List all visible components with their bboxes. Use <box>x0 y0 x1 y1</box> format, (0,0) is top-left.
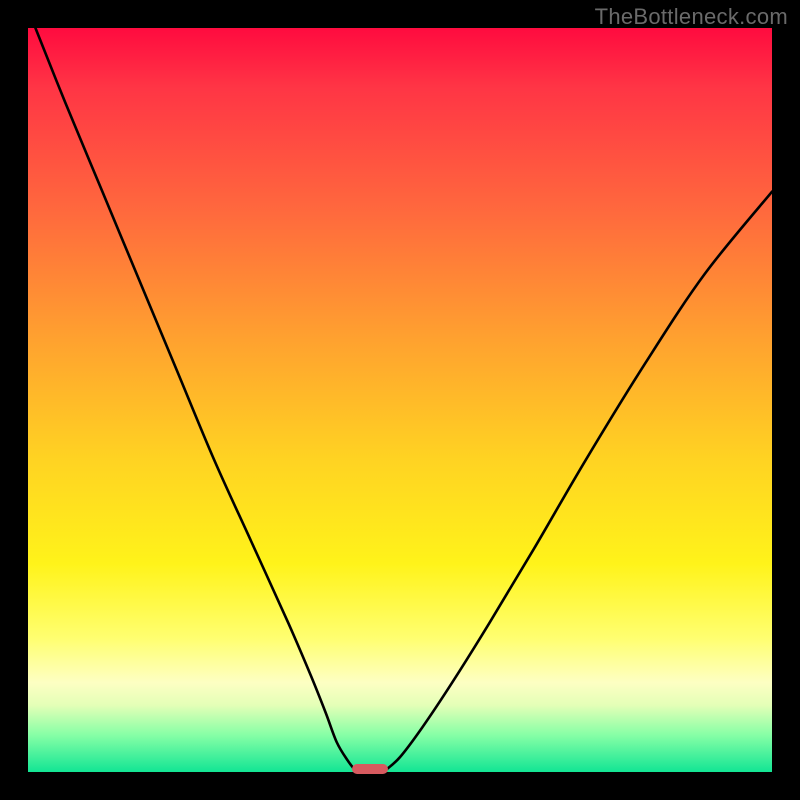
watermark-text: TheBottleneck.com <box>595 4 788 30</box>
left-branch-curve <box>35 28 355 771</box>
right-branch-curve <box>385 192 772 771</box>
chart-frame: TheBottleneck.com <box>0 0 800 800</box>
plot-area <box>28 28 772 772</box>
curve-layer <box>28 28 772 772</box>
bottom-marker <box>352 764 388 774</box>
